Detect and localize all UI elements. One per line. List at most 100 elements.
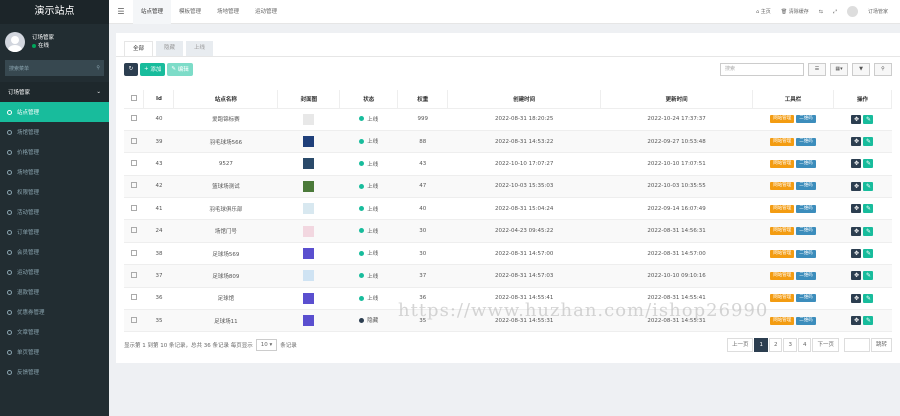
qrcode-button[interactable]: 二维码 <box>796 227 816 236</box>
qrcode-button[interactable]: 二维码 <box>796 249 816 258</box>
row-checkbox[interactable] <box>130 137 137 144</box>
table-row[interactable]: 36 足球馆 上线 36 2022-08-31 14:55:41 2022-08-31 1… <box>124 287 892 311</box>
drag-icon[interactable]: ✥ <box>851 137 862 147</box>
row-checkbox[interactable] <box>130 316 137 323</box>
table-row[interactable]: 24 场馆门号 上线 30 2022-04-23 09:45:22 2022-08-31 … <box>124 219 892 243</box>
col-weight[interactable]: 权重 <box>397 90 449 109</box>
sidebar-item-12[interactable]: 单页管理 <box>0 342 109 362</box>
tab-sport[interactable]: 运动管理 <box>247 0 285 24</box>
fullscreen-icon[interactable]: ⤢ <box>833 9 837 15</box>
col-updated[interactable]: 更新时间 <box>600 90 754 109</box>
site-manage-button[interactable]: 网站管理 <box>770 204 795 213</box>
cover-thumbnail[interactable] <box>303 248 315 260</box>
row-checkbox[interactable] <box>130 182 137 189</box>
drag-icon[interactable]: ✥ <box>851 226 862 236</box>
drag-icon[interactable]: ✥ <box>851 114 862 124</box>
edit-row-icon[interactable]: ✎ <box>863 249 874 259</box>
subtab-online[interactable]: 上线 <box>186 41 214 56</box>
edit-row-icon[interactable]: ✎ <box>863 316 874 326</box>
drag-icon[interactable]: ✥ <box>851 316 862 326</box>
qrcode-button[interactable]: 二维码 <box>796 204 816 213</box>
edit-row-icon[interactable]: ✎ <box>863 226 874 236</box>
page-2-button[interactable]: 2 <box>768 338 783 352</box>
sidebar-item-9[interactable]: 退款管理 <box>0 282 109 302</box>
cover-thumbnail[interactable] <box>303 203 315 215</box>
edit-row-icon[interactable]: ✎ <box>863 181 874 191</box>
site-manage-button[interactable]: 网站管理 <box>770 137 795 146</box>
cover-thumbnail[interactable] <box>303 292 315 304</box>
table-row[interactable]: 35 足球场11 隐藏 35 2022-08-31 14:55:31 2022-08-31… <box>124 309 892 333</box>
table-row[interactable]: 42 篮球场测试 上线 47 2022-10-03 15:35:03 2022-10-03… <box>124 175 892 199</box>
drag-icon[interactable]: ✥ <box>851 293 862 303</box>
tab-site[interactable]: 站点管理 <box>133 0 172 24</box>
sidebar-item-0[interactable]: 站点管理 <box>0 102 109 122</box>
page-4-button[interactable]: 4 <box>797 338 812 352</box>
drag-icon[interactable]: ✥ <box>851 271 862 281</box>
goto-button[interactable]: 跳转 <box>870 338 892 352</box>
subtab-all[interactable]: 全部 <box>124 41 154 56</box>
site-manage-button[interactable]: 网站管理 <box>770 227 795 236</box>
sidebar-item-5[interactable]: 活动管理 <box>0 202 109 222</box>
qrcode-button[interactable]: 二维码 <box>796 294 816 303</box>
menu-search-input[interactable]: 搜索菜单 ⚲ <box>5 60 104 76</box>
site-manage-button[interactable]: 网站管理 <box>770 271 795 280</box>
qrcode-button[interactable]: 二维码 <box>796 316 816 325</box>
goto-page-input[interactable] <box>843 338 870 352</box>
sidebar-item-3[interactable]: 场地管理 <box>0 162 109 182</box>
page-3-button[interactable]: 3 <box>783 338 797 352</box>
sidebar-item-4[interactable]: 权限管理 <box>0 182 109 202</box>
table-search-input[interactable]: 搜索 <box>720 62 804 76</box>
toggle-view-icon[interactable]: ☰ <box>808 62 826 76</box>
menu-toggle-icon[interactable]: ☰ <box>109 7 133 16</box>
sidebar-item-8[interactable]: 运动管理 <box>0 262 109 282</box>
edit-row-icon[interactable]: ✎ <box>863 271 874 281</box>
edit-row-icon[interactable]: ✎ <box>863 137 874 147</box>
refresh-button[interactable]: ↻ <box>124 62 138 76</box>
edit-button[interactable]: ✎ 编辑 <box>167 62 193 76</box>
sidebar-item-2[interactable]: 价格管理 <box>0 142 109 162</box>
qrcode-button[interactable]: 二维码 <box>796 271 816 280</box>
site-manage-button[interactable]: 网站管理 <box>770 316 795 325</box>
cover-thumbnail[interactable] <box>303 180 315 192</box>
site-manage-button[interactable]: 网站管理 <box>770 182 795 191</box>
row-checkbox[interactable] <box>130 159 137 166</box>
row-checkbox[interactable] <box>130 294 137 301</box>
table-row[interactable]: 41 羽毛球俱乐部 上线 40 2022-08-31 15:04:24 2022-09-1… <box>124 197 892 221</box>
row-checkbox[interactable] <box>130 271 137 278</box>
col-created[interactable]: 创建时间 <box>447 90 602 109</box>
prev-page-button[interactable]: 上一页 <box>726 338 754 352</box>
sidebar-item-13[interactable]: 反馈管理 <box>0 362 109 382</box>
row-checkbox[interactable] <box>130 115 137 122</box>
cover-thumbnail[interactable] <box>303 315 315 327</box>
tab-venue[interactable]: 场地管理 <box>209 0 247 24</box>
tab-template[interactable]: 模板管理 <box>171 0 209 24</box>
qrcode-button[interactable]: 二维码 <box>796 182 816 191</box>
table-row[interactable]: 40 爱跑锦标赛 上线 999 2022-08-31 18:20:25 2022-10-2… <box>124 108 892 131</box>
row-checkbox[interactable] <box>130 249 137 256</box>
sidebar-item-7[interactable]: 会员管理 <box>0 242 109 262</box>
sidebar-item-6[interactable]: 订单管理 <box>0 222 109 242</box>
table-row[interactable]: 38 足球场569 上线 30 2022-08-31 14:57:00 2022-08-3… <box>124 242 892 266</box>
table-row[interactable]: 43 9527 上线 43 2022-10-10 17:07:27 2022-10-10 … <box>124 152 892 176</box>
site-manage-button[interactable]: 网站管理 <box>770 159 795 168</box>
col-status[interactable]: 状态 <box>339 90 399 109</box>
subtab-hidden[interactable]: 隐藏 <box>156 41 184 56</box>
top-user-name[interactable]: 订场管家 <box>868 8 888 15</box>
site-manage-button[interactable]: 网站管理 <box>770 294 795 303</box>
row-checkbox[interactable] <box>130 204 137 211</box>
drag-icon[interactable]: ✥ <box>851 204 862 214</box>
edit-row-icon[interactable]: ✎ <box>863 114 874 124</box>
sidebar-item-1[interactable]: 场馆管理 <box>0 122 109 142</box>
home-link[interactable]: ⌂ 主页 <box>756 8 771 15</box>
app-logo[interactable]: 演示站点 <box>0 0 109 24</box>
export-icon[interactable]: ▼ <box>852 62 870 76</box>
page-size-select[interactable]: 10 ▾ <box>255 339 278 351</box>
col-name[interactable]: 站点名称 <box>173 90 279 109</box>
cover-thumbnail[interactable] <box>303 158 315 170</box>
search-icon[interactable]: ⚲ <box>874 62 892 76</box>
qrcode-button[interactable]: 二维码 <box>796 115 816 124</box>
qrcode-button[interactable]: 二维码 <box>796 137 816 146</box>
clear-cache-button[interactable]: 🗑 清除缓存 <box>781 8 809 15</box>
drag-icon[interactable]: ✥ <box>851 159 862 169</box>
table-row[interactable]: 39 羽毛球场566 上线 88 2022-08-31 14:53:22 2022-09-… <box>124 130 892 154</box>
